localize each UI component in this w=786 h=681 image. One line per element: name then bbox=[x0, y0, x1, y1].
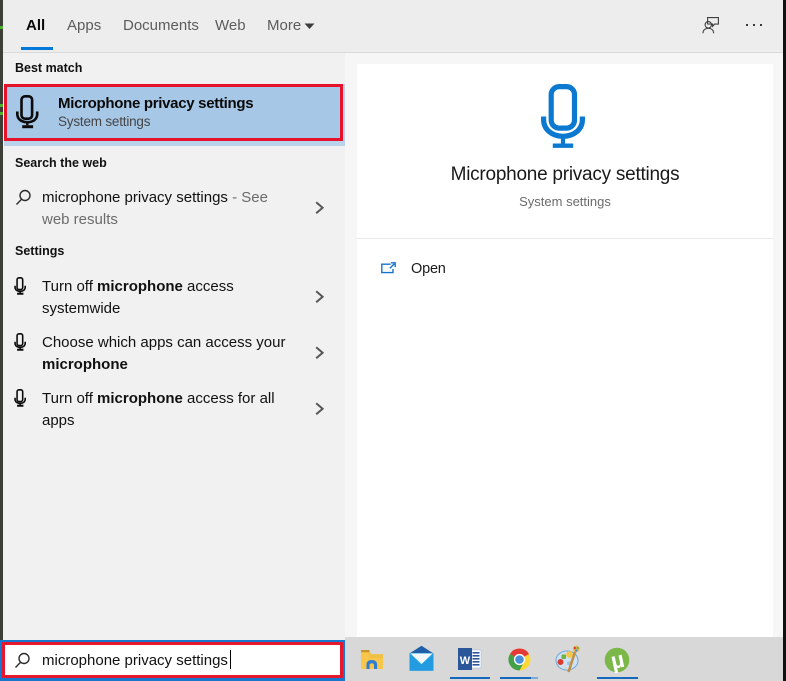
svg-text:W: W bbox=[460, 655, 471, 667]
